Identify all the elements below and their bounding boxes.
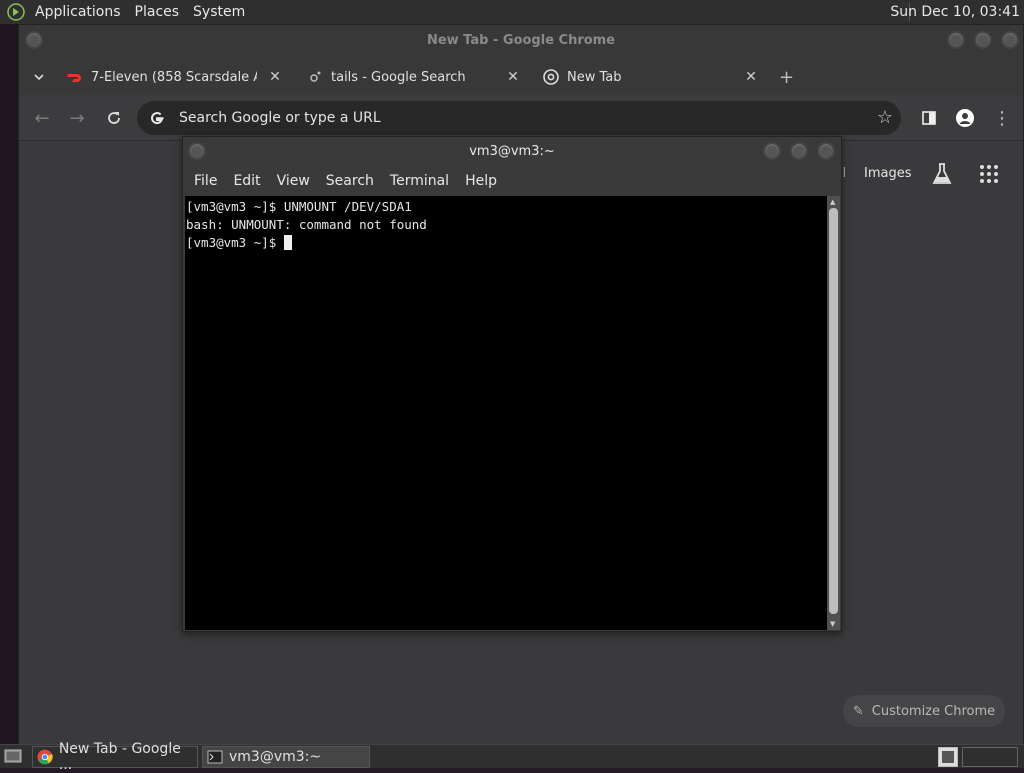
- omnibox-placeholder: Search Google or type a URL: [179, 110, 381, 126]
- tab-label: 7-Eleven (858 Scarsdale Ave: [91, 69, 257, 85]
- terminal-line: bash: UNMOUNT: command not found: [186, 217, 427, 232]
- more-menu-icon[interactable]: ⋮: [991, 107, 1013, 129]
- chevron-down-icon: [34, 74, 44, 81]
- taskbar-item-label: New Tab - Google ...: [58, 741, 181, 773]
- tab-strip: 7-Eleven (858 Scarsdale Ave ✕ tails - Go…: [19, 57, 1023, 95]
- back-icon[interactable]: ←: [31, 107, 53, 129]
- terminal-window: vm3@vm3:~ File Edit View Search Terminal…: [182, 136, 842, 632]
- reload-icon[interactable]: [103, 107, 125, 129]
- profile-icon[interactable]: [954, 107, 976, 129]
- chrome-icon: [543, 69, 559, 85]
- terminal-icon: [207, 750, 223, 764]
- close-tab-icon[interactable]: ✕: [505, 69, 521, 85]
- taskbar-item-chrome[interactable]: New Tab - Google ...: [32, 741, 198, 773]
- doordash-icon: [67, 69, 83, 85]
- bookmark-star-icon[interactable]: ☆: [877, 107, 893, 128]
- distro-logo-icon[interactable]: [4, 0, 28, 24]
- minimize-button[interactable]: [763, 142, 781, 160]
- images-link[interactable]: Images: [864, 166, 912, 181]
- menu-file[interactable]: File: [186, 173, 225, 189]
- maximize-button[interactable]: [974, 31, 992, 49]
- system-menu[interactable]: System: [186, 0, 252, 24]
- workspace-switcher[interactable]: [938, 747, 958, 767]
- customize-chrome-button[interactable]: ✎ Customize Chrome: [843, 695, 1005, 727]
- scrollbar-thumb[interactable]: [829, 208, 838, 614]
- tab-label: New Tab: [567, 69, 622, 85]
- tab-label: tails - Google Search: [331, 69, 466, 85]
- new-tab-button[interactable]: +: [779, 61, 799, 93]
- google-g-icon: [151, 112, 164, 125]
- close-tab-icon[interactable]: ✕: [267, 69, 283, 85]
- applications-menu[interactable]: Applications: [28, 0, 128, 24]
- menu-edit[interactable]: Edit: [225, 173, 268, 189]
- clock[interactable]: Sun Dec 10, 03:41: [890, 0, 1020, 24]
- show-desktop-icon[interactable]: [4, 748, 22, 768]
- terminal-prompt: [vm3@vm3 ~]$: [186, 235, 284, 250]
- terminal-prompt-line: [vm3@vm3 ~]$: [186, 234, 827, 252]
- close-tab-icon[interactable]: ✕: [743, 69, 759, 85]
- menu-search[interactable]: Search: [318, 173, 382, 189]
- terminal-title: vm3@vm3:~: [469, 144, 555, 159]
- scroll-down-icon[interactable]: ▼: [830, 620, 835, 628]
- taskbar-item-terminal[interactable]: vm3@vm3:~: [202, 746, 370, 768]
- apps-grid-icon[interactable]: [979, 164, 999, 188]
- terminal-screen[interactable]: [vm3@vm3 ~]$ UNMOUNT /DEV/SDA1 bash: UNM…: [185, 196, 827, 630]
- chrome-icon: [37, 749, 53, 765]
- maximize-button[interactable]: [790, 142, 808, 160]
- minimize-button[interactable]: [947, 31, 965, 49]
- scroll-up-icon[interactable]: ▲: [830, 198, 835, 206]
- window-title: New Tab - Google Chrome: [426, 33, 616, 48]
- terminal-titlebar[interactable]: vm3@vm3:~: [183, 137, 841, 166]
- desktop-background: [0, 24, 18, 744]
- customize-label: Customize Chrome: [871, 703, 996, 719]
- terminal-scrollbar[interactable]: ▲ ▼: [827, 196, 840, 630]
- top-panel: Applications Places System Sun Dec 10, 0…: [0, 0, 1024, 24]
- menu-view[interactable]: View: [269, 173, 318, 189]
- omnibox[interactable]: Search Google or type a URL ☆: [137, 101, 901, 135]
- menu-help[interactable]: Help: [457, 173, 505, 189]
- forward-icon[interactable]: →: [66, 107, 88, 129]
- terminal-line: [vm3@vm3 ~]$ UNMOUNT /DEV/SDA1: [186, 199, 412, 214]
- terminal-menubar: File Edit View Search Terminal Help: [183, 167, 841, 195]
- taskbar-item-label: vm3@vm3:~: [229, 749, 322, 765]
- menu-terminal[interactable]: Terminal: [382, 173, 457, 189]
- close-button[interactable]: [817, 142, 835, 160]
- tab-7-eleven[interactable]: 7-Eleven (858 Scarsdale Ave ✕: [67, 61, 283, 93]
- workspace-2[interactable]: [962, 747, 1018, 767]
- text-cursor: [283, 235, 292, 250]
- tab-search-button[interactable]: [33, 61, 53, 93]
- tab-new-tab[interactable]: New Tab ✕: [543, 61, 759, 93]
- side-panel-icon[interactable]: [918, 107, 940, 129]
- plus-icon: +: [779, 66, 795, 88]
- google-search-icon: [307, 69, 323, 85]
- places-menu[interactable]: Places: [128, 0, 187, 24]
- chrome-toolbar: ← → Search Google or type a URL ☆ ⋮: [19, 95, 1023, 141]
- tab-tails-search[interactable]: tails - Google Search ✕: [307, 61, 521, 93]
- pencil-icon: ✎: [852, 703, 864, 719]
- workspace-icon: [942, 751, 954, 763]
- bottom-taskbar: New Tab - Google ... vm3@vm3:~: [0, 741, 1024, 773]
- chrome-titlebar[interactable]: New Tab - Google Chrome: [19, 25, 1023, 57]
- labs-flask-icon[interactable]: [931, 162, 953, 190]
- close-button[interactable]: [1001, 31, 1019, 49]
